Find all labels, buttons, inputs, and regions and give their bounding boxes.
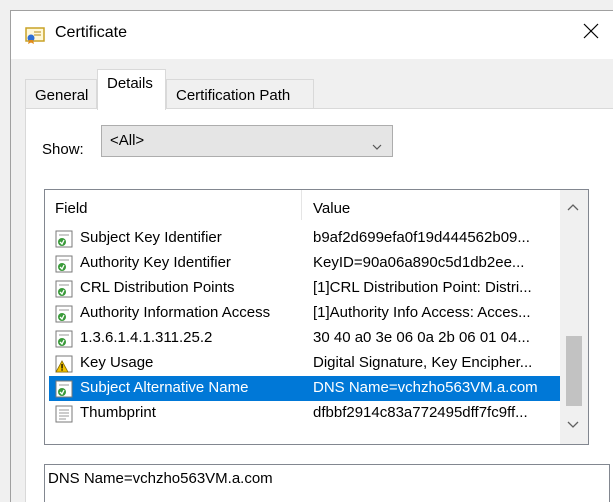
field-value: [1]Authority Info Access: Acces... (313, 304, 531, 321)
title-bar: Certificate (11, 11, 613, 59)
document-icon (54, 404, 74, 424)
list-item[interactable]: Authority Key Identifier KeyID=90a06a890… (49, 251, 560, 276)
scroll-down-icon[interactable] (567, 416, 579, 433)
list-item[interactable]: Thumbprint dfbbf2914c83a772495dff7fc9ff.… (49, 401, 560, 426)
scroll-up-icon[interactable] (567, 198, 579, 215)
field-name: Authority Key Identifier (80, 254, 231, 271)
warning-icon (54, 354, 74, 374)
field-detail-textbox[interactable]: DNS Name=vchzho563VM.a.com (44, 464, 610, 502)
field-name: Subject Key Identifier (80, 229, 222, 246)
list-item[interactable]: Authority Information Access [1]Authorit… (49, 301, 560, 326)
field-name: Subject Alternative Name (80, 379, 249, 396)
details-panel: Show: <All> Field Value Subject Key Iden… (25, 108, 613, 502)
column-divider[interactable] (301, 190, 302, 220)
tab-general[interactable]: General (25, 79, 97, 109)
field-name: Thumbprint (80, 404, 156, 421)
show-label: Show: (42, 141, 84, 158)
field-value: b9af2d699efa0f19d444562b09... (313, 229, 530, 246)
certificate-window: Certificate General Details Certificatio… (10, 10, 613, 502)
fields-list[interactable]: Field Value Subject Key Identifier b9af2… (44, 189, 589, 445)
field-name: Authority Information Access (80, 304, 271, 321)
field-value: Digital Signature, Key Encipher... (313, 354, 533, 371)
cert-field-icon (54, 254, 74, 274)
tab-strip: General Details Certification Path (25, 69, 613, 110)
window-title: Certificate (55, 24, 128, 41)
close-button[interactable] (568, 11, 613, 55)
list-item[interactable]: 1.3.6.1.4.1.311.25.2 30 40 a0 3e 06 0a 2… (49, 326, 560, 351)
cert-field-icon (54, 279, 74, 299)
field-name: 1.3.6.1.4.1.311.25.2 (80, 329, 213, 346)
column-header-value[interactable]: Value (313, 200, 350, 217)
list-header: Field Value (45, 190, 560, 226)
field-value: DNS Name=vchzho563VM.a.com (313, 379, 538, 396)
field-value: KeyID=90a06a890c5d1db2ee... (313, 254, 525, 271)
field-value: dfbbf2914c83a772495dff7fc9ff... (313, 404, 528, 421)
cert-field-icon (54, 304, 74, 324)
field-name: Key Usage (80, 354, 154, 371)
field-value: [1]CRL Distribution Point: Distri... (313, 279, 532, 296)
list-item-selected[interactable]: Subject Alternative Name DNS Name=vchzho… (49, 376, 560, 401)
scrollbar-thumb[interactable] (566, 336, 582, 406)
list-item[interactable]: Subject Key Identifier b9af2d699efa0f19d… (49, 226, 560, 251)
list-item[interactable]: Key Usage Digital Signature, Key Enciphe… (49, 351, 560, 376)
tab-certification-path[interactable]: Certification Path (166, 79, 314, 109)
field-name: CRL Distribution Points (80, 279, 235, 296)
list-item[interactable]: CRL Distribution Points [1]CRL Distribut… (49, 276, 560, 301)
show-dropdown[interactable]: <All> (101, 125, 393, 157)
cert-field-icon (54, 229, 74, 249)
cert-field-icon (54, 379, 74, 399)
field-value: 30 40 a0 3e 06 0a 2b 06 01 04... (313, 329, 530, 346)
vertical-scrollbar[interactable] (560, 190, 588, 444)
show-dropdown-value: <All> (110, 132, 145, 149)
close-icon (583, 23, 599, 43)
column-header-field[interactable]: Field (55, 200, 88, 217)
cert-field-icon (54, 329, 74, 349)
chevron-down-icon (372, 137, 382, 154)
tab-details[interactable]: Details (97, 69, 166, 110)
field-detail-text: DNS Name=vchzho563VM.a.com (48, 470, 273, 487)
certificate-icon (25, 25, 45, 45)
